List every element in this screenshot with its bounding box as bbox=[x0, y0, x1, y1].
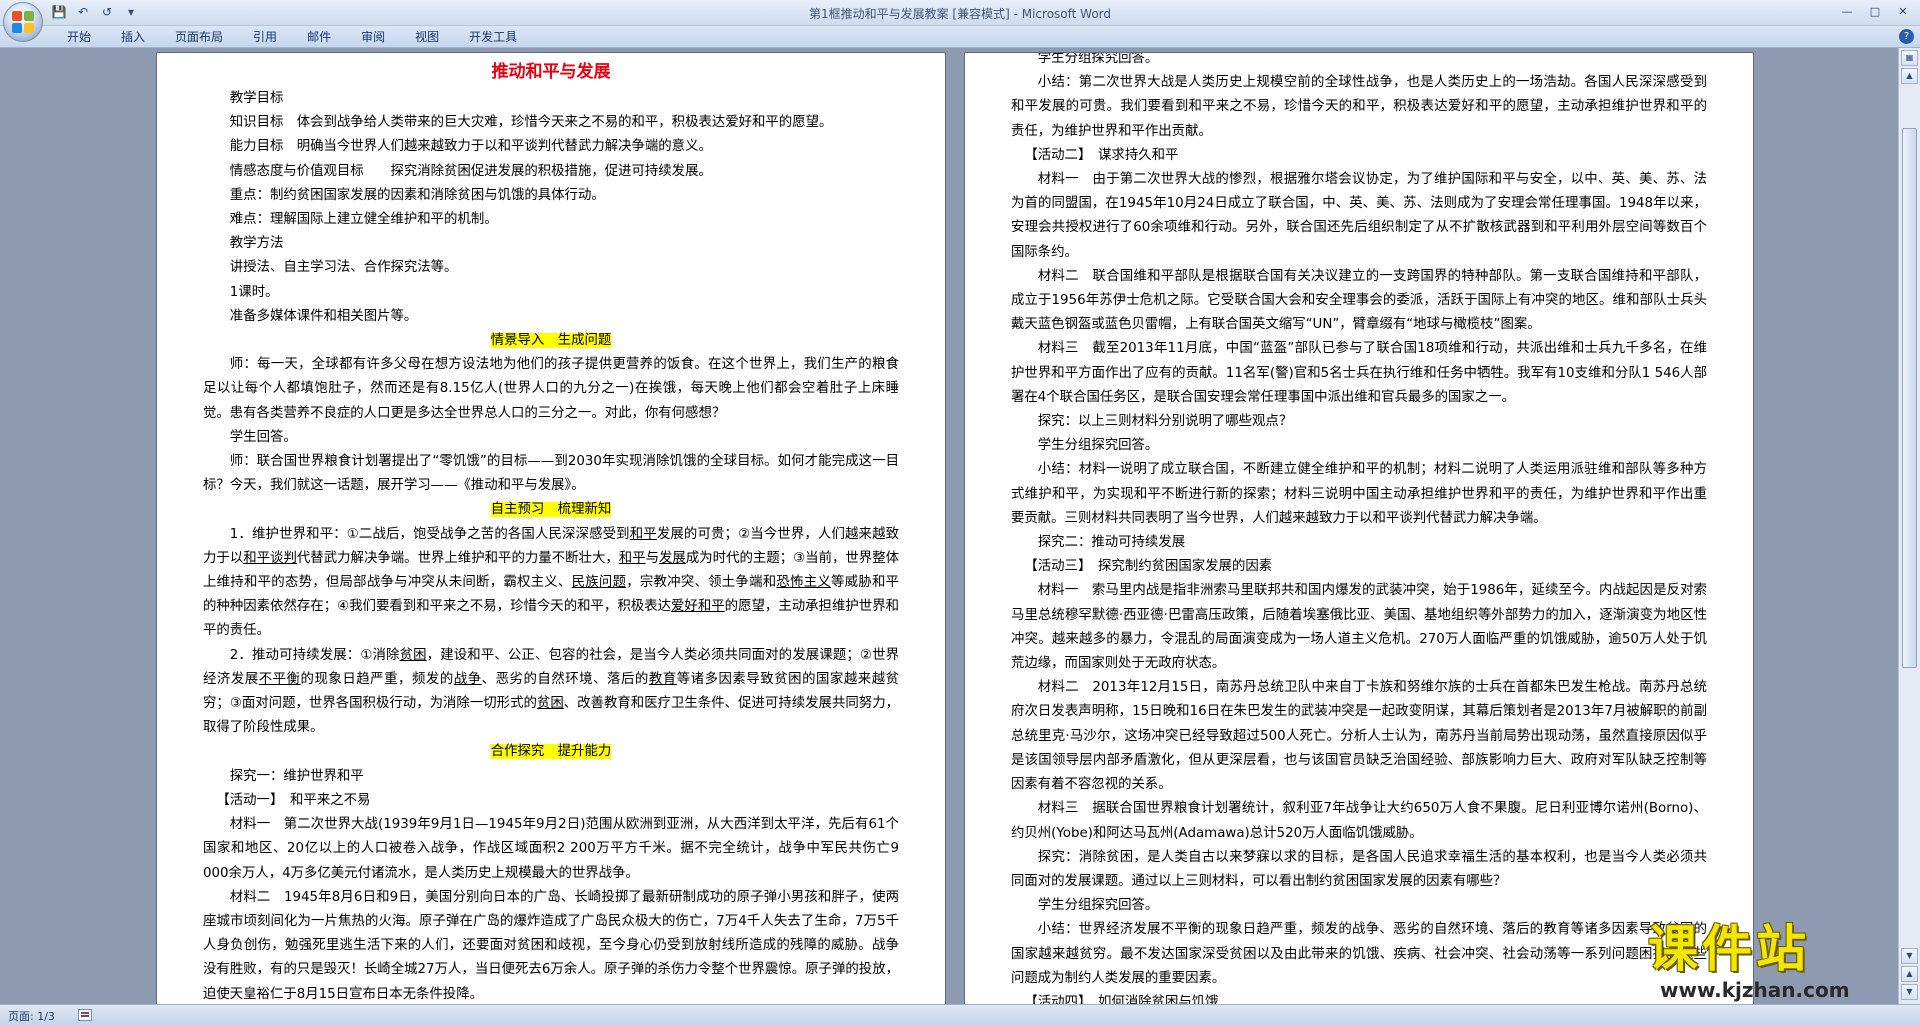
paragraph: 教学目标 bbox=[229, 91, 284, 106]
office-logo-icon bbox=[12, 11, 34, 33]
section-heading: 情景导入 生成问题 bbox=[203, 329, 899, 353]
blank-answer: 教育 bbox=[648, 671, 677, 687]
paragraph: 1课时。 bbox=[229, 284, 279, 300]
paragraph: 能力目标 明确当今世界人们越来越致力于以和平谈判代替武力解决争端的意义。 bbox=[229, 139, 712, 155]
paragraph: 学生分组探究回答。 bbox=[1037, 52, 1159, 66]
paragraph: 师：联合国世界粮食计划署提出了“零饥饿”的目标——到2030年实现消除饥饿的全球… bbox=[203, 454, 899, 494]
blank-answer: 贫困 bbox=[536, 696, 564, 712]
window-title: 第1框推动和平与发展教案 [兼容模式] - Microsoft Word bbox=[808, 7, 1112, 21]
paragraph: 学生回答。 bbox=[229, 429, 297, 445]
highlighted-heading: 自主预习 梳理新知 bbox=[490, 502, 612, 518]
page-2-content: 学生分组探究回答。 小结：第二次世界大战是人类历史上规模空前的全球性战争，也是人… bbox=[1011, 52, 1707, 1004]
paragraph-sustainable-development: 2．推动可持续发展：①消除贫困，建设和平、公正、包容的社会，是当今人类必须共同面… bbox=[203, 647, 900, 736]
paragraph: 小结：第二次世界大战是人类历史上规模空前的全球性战争，也是人类历史上的一场浩劫。… bbox=[1011, 75, 1707, 139]
paragraph: 知识目标 体会到战争给人类带来的巨大灾难，珍惜今天来之不易的和平，积极表达爱好和… bbox=[229, 115, 833, 131]
watermark-url: www.kjzhan.com bbox=[1660, 978, 1850, 1002]
paragraph: 难点：理解国际上建立健全维护和平的机制。 bbox=[229, 212, 498, 228]
highlighted-heading: 情景导入 生成问题 bbox=[490, 333, 612, 349]
ribbon-tab-bar: 开始 插入 页面布局 引用 邮件 审阅 视图 开发工具 ? bbox=[0, 26, 1920, 48]
blank-answer: 不平衡 bbox=[258, 671, 301, 687]
paragraph: 师：每一天，全球都有许多父母在想方设法地为他们的孩子提供更营养的饭食。在这个世界… bbox=[203, 357, 899, 421]
site-watermark: 课件站 www.kjzhan.com bbox=[1648, 920, 1898, 1005]
paragraph: 材料二 2013年12月15日，南苏丹总统卫队中来自丁卡族和努维尔族的士兵在首都… bbox=[1011, 680, 1707, 793]
help-icon[interactable]: ? bbox=[1899, 29, 1914, 44]
blank-answer: 和平谈判 bbox=[243, 550, 297, 566]
tab-view[interactable]: 视图 bbox=[400, 29, 454, 46]
paragraph: 探究一：维护世界和平 bbox=[229, 768, 364, 784]
paragraph: 材料二 联合国维和平部队是根据联合国有关决议建立的一支跨国界的特种部队。第一支联… bbox=[1011, 268, 1707, 333]
watermark-logo-text: 课件站 bbox=[1648, 919, 1810, 978]
activity-heading: 【活动二】 谋求持久和平 bbox=[1024, 147, 1179, 163]
tab-page-layout[interactable]: 页面布局 bbox=[160, 29, 238, 46]
status-bar: 页面: 1/3 bbox=[0, 1004, 1920, 1025]
section-heading: 合作探究 提升能力 bbox=[203, 740, 899, 764]
ruler-toggle-icon[interactable]: ▦ bbox=[1901, 50, 1918, 66]
tab-developer[interactable]: 开发工具 bbox=[454, 29, 532, 46]
tab-home[interactable]: 开始 bbox=[52, 29, 106, 46]
page-indicator[interactable]: 页面: 1/3 bbox=[8, 1008, 55, 1024]
document-page-1[interactable]: 推动和平与发展 教学目标 知识目标 体会到战争给人类带来的巨大灾难，珍惜今天来之… bbox=[156, 52, 946, 1004]
paragraph: 材料一 由于第二次世界大战的惨烈，根据雅尔塔会议协定，为了维护国际和平与安全，以… bbox=[1011, 172, 1707, 260]
scroll-down-icon[interactable]: ▼ bbox=[1901, 948, 1918, 964]
minimize-icon[interactable]: — bbox=[1834, 2, 1860, 20]
paragraph: 讲授法、自主学习法、合作探究法等。 bbox=[229, 260, 458, 276]
paragraph: 探究二：推动可持续发展 bbox=[1037, 535, 1186, 551]
activity-heading: 【活动三】 探究制约贫困国家发展的因素 bbox=[1024, 559, 1273, 575]
blank-answer: 爱好和平 bbox=[671, 599, 725, 615]
paragraph: 小结：材料一说明了成立联合国，不断建立健全维护和平的机制；材料二说明了人类运用派… bbox=[1011, 462, 1707, 526]
tab-references[interactable]: 引用 bbox=[238, 29, 292, 46]
vertical-scrollbar[interactable]: ▦ ▲ ▼ ▲ ▼ bbox=[1898, 48, 1920, 1004]
paragraph-world-peace: 1．维护世界和平：①二战后，饱受战争之苦的各国人民深深感受到和平发展的可贵；②当… bbox=[203, 526, 900, 639]
next-page-icon[interactable]: ▼ bbox=[1901, 984, 1918, 1000]
paragraph: 材料一 索马里内战是指非洲索马里联邦共和国内爆发的武装冲突，始于1986年，延续… bbox=[1011, 583, 1707, 672]
highlighted-heading: 合作探究 提升能力 bbox=[490, 744, 612, 760]
blank-answer: 和平 bbox=[618, 550, 646, 566]
scroll-up-icon[interactable]: ▲ bbox=[1901, 68, 1918, 84]
paragraph: 材料一 第二次世界大战(1939年9月1日—1945年9月2日)范围从欧洲到亚洲… bbox=[203, 817, 899, 881]
paragraph: 教学方法 bbox=[229, 236, 284, 252]
activity-heading: 【活动一】 和平来之不易 bbox=[216, 792, 371, 808]
proofing-status-icon[interactable] bbox=[78, 1009, 92, 1021]
window-controls: — □ ✕ bbox=[1834, 2, 1916, 20]
document-title: 推动和平与发展 bbox=[491, 62, 611, 82]
ribbon-tabs: 开始 插入 页面布局 引用 邮件 审阅 视图 开发工具 bbox=[52, 29, 532, 46]
blank-answer: 发展 bbox=[659, 550, 686, 566]
tab-review[interactable]: 审阅 bbox=[346, 29, 400, 46]
maximize-icon[interactable]: □ bbox=[1862, 2, 1888, 20]
paragraph: 学生分组探究回答。 bbox=[1037, 438, 1159, 454]
blank-answer: 民族问题 bbox=[571, 575, 627, 591]
previous-page-icon[interactable]: ▲ bbox=[1901, 966, 1918, 982]
page-1-content: 推动和平与发展 教学目标 知识目标 体会到战争给人类带来的巨大灾难，珍惜今天来之… bbox=[203, 55, 899, 1004]
section-heading: 自主预习 梳理新知 bbox=[203, 498, 899, 522]
paragraph: 探究：消除贫困，是人类自古以来梦寐以求的目标，是各国人民追求幸福生活的基本权利，… bbox=[1011, 849, 1707, 889]
paragraph: 材料三 据联合国世界粮食计划署统计，叙利亚7年战争让大约650万人食不果腹。尼日… bbox=[1011, 801, 1707, 841]
blank-answer: 贫困 bbox=[399, 647, 427, 663]
paragraph: 材料二 1945年8月6日和9日，美国分别向日本的广岛、长崎投掷了最新研制成功的… bbox=[203, 889, 899, 1002]
scrollbar-thumb[interactable] bbox=[1902, 128, 1917, 668]
document-page-2[interactable]: 学生分组探究回答。 小结：第二次世界大战是人类历史上规模空前的全球性战争，也是人… bbox=[964, 52, 1754, 1004]
activity-heading: 【活动四】 如何消除贫困与饥饿 bbox=[1024, 994, 1219, 1004]
paragraph: 小结：世界经济发展不平衡的现象日趋严重，频发的战争、恶劣的自然环境、落后的教育等… bbox=[1011, 922, 1707, 986]
tab-insert[interactable]: 插入 bbox=[106, 29, 160, 46]
paragraph: 重点：制约贫困国家发展的因素和消除贫困与饥饿的具体行动。 bbox=[229, 187, 605, 203]
close-icon[interactable]: ✕ bbox=[1890, 2, 1916, 20]
title-bar: 💾 ↶ ↺ ▾ 第1框推动和平与发展教案 [兼容模式] - Microsoft … bbox=[0, 0, 1920, 26]
paragraph: 准备多媒体课件和相关图片等。 bbox=[229, 308, 418, 324]
paragraph: 情感态度与价值观目标 探究消除贫困促进发展的积极措施，促进可持续发展。 bbox=[229, 163, 712, 179]
document-area: 推动和平与发展 教学目标 知识目标 体会到战争给人类带来的巨大灾难，珍惜今天来之… bbox=[0, 48, 1898, 1004]
blank-answer: 战争 bbox=[453, 671, 482, 687]
blank-answer: 恐怖主义 bbox=[776, 575, 832, 591]
paragraph: 材料三 截至2013年11月底，中国“蓝盔”部队已参与了联合国18项维和行动，共… bbox=[1011, 341, 1707, 405]
office-button[interactable] bbox=[3, 2, 43, 42]
paragraph: 学生分组探究回答。 bbox=[1037, 898, 1159, 914]
paragraph: 探究：以上三则材料分别说明了哪些观点？ bbox=[1037, 414, 1293, 430]
blank-answer: 和平 bbox=[629, 526, 657, 542]
tab-mailings[interactable]: 邮件 bbox=[292, 29, 346, 46]
